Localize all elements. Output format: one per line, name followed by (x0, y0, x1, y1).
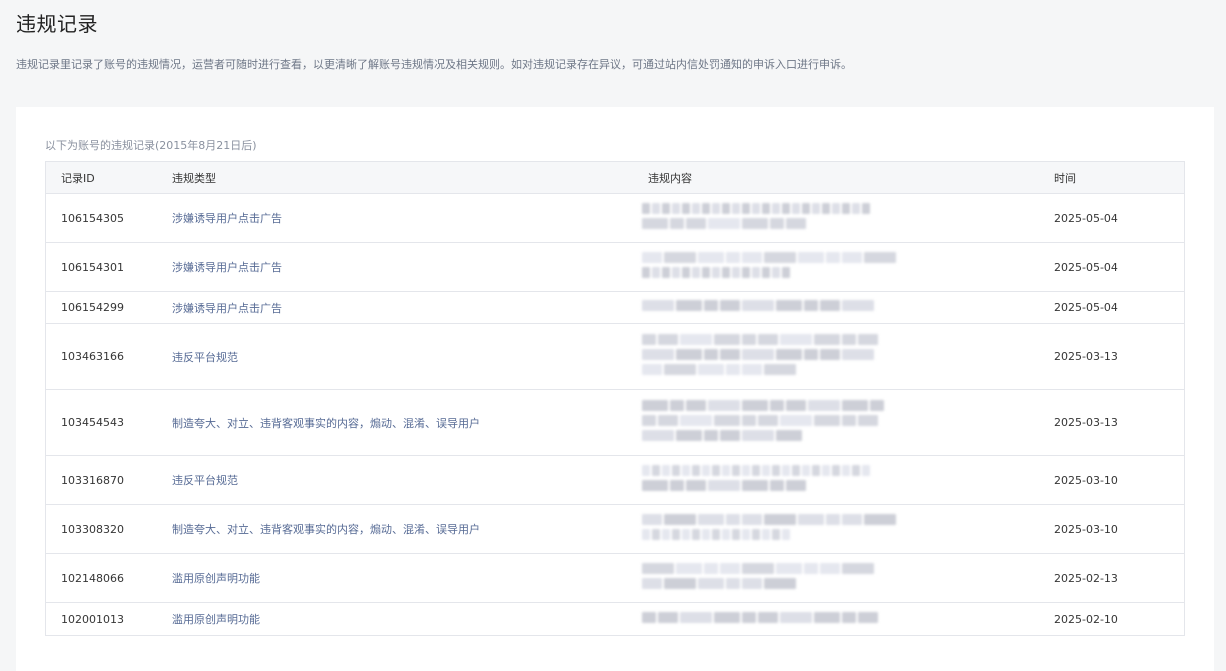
record-time: 2025-05-04 (1054, 260, 1118, 274)
violation-content-blurred (642, 243, 1038, 291)
violation-content-blurred (642, 603, 1038, 635)
violation-content-blurred (642, 324, 1038, 389)
table-row: 103454543 制造夸大、对立、违背客观事实的内容，煽动、混淆、误导用户 202… (46, 390, 1184, 456)
column-header-time: 时间 (1054, 171, 1076, 185)
redacted-content (642, 328, 972, 385)
record-id: 103316870 (61, 473, 124, 487)
records-panel: 以下为账号的违规记录(2015年8月21日后) 记录ID 违规类型 违规内容 时… (16, 107, 1214, 671)
redacted-content (642, 394, 972, 451)
redacted-content (642, 509, 972, 549)
record-time: 2025-02-13 (1054, 571, 1118, 585)
record-time: 2025-03-10 (1054, 473, 1118, 487)
redacted-content (642, 460, 972, 500)
redacted-content (642, 558, 972, 598)
record-id: 103308320 (61, 522, 124, 536)
table-row: 106154305 涉嫌诱导用户点击广告 2025-05-04 (46, 194, 1184, 243)
table-caption: 以下为账号的违规记录(2015年8月21日后) (45, 139, 257, 152)
table-row: 103463166 违反平台规范 2025-03-13 (46, 324, 1184, 390)
page-description: 违规记录里记录了账号的违规情况，运营者可随时进行查看，以更清晰了解账号违规情况及… (16, 58, 852, 71)
violation-records-table: 记录ID 违规类型 违规内容 时间 106154305 涉嫌诱导用户点击广告 202… (45, 161, 1185, 636)
record-time: 2025-05-04 (1054, 301, 1118, 314)
record-id: 106154301 (61, 260, 124, 274)
table-row: 102148066 滥用原创声明功能 2025-02-13 (46, 554, 1184, 603)
violation-type: 制造夸大、对立、违背客观事实的内容，煽动、混淆、误导用户 (172, 523, 480, 536)
column-header-content: 违规内容 (648, 171, 692, 185)
violation-type: 涉嫌诱导用户点击广告 (172, 261, 282, 274)
table-row: 103308320 制造夸大、对立、违背客观事实的内容，煽动、混淆、误导用户 202… (46, 505, 1184, 554)
violation-content-blurred (642, 292, 1038, 323)
table-row: 106154301 涉嫌诱导用户点击广告 2025-05-04 (46, 243, 1184, 292)
violation-content-blurred (642, 390, 1038, 455)
violation-type: 制造夸大、对立、违背客观事实的内容，煽动、混淆、误导用户 (172, 416, 480, 430)
violation-content-blurred (642, 194, 1038, 242)
record-time: 2025-03-13 (1054, 416, 1118, 429)
table-header: 记录ID 违规类型 违规内容 时间 (46, 162, 1184, 194)
violation-type: 滥用原创声明功能 (172, 613, 260, 626)
table-body: 106154305 涉嫌诱导用户点击广告 2025-05-04 106154301 涉嫌… (46, 194, 1184, 635)
violation-content-blurred (642, 505, 1038, 553)
record-id: 103463166 (61, 350, 124, 363)
record-id: 102148066 (61, 571, 124, 585)
record-id: 106154305 (61, 211, 124, 225)
record-id: 103454543 (61, 416, 124, 429)
redacted-content (642, 247, 972, 287)
redacted-content (642, 198, 972, 238)
record-id: 102001013 (61, 612, 124, 626)
column-header-type: 违规类型 (172, 171, 216, 185)
table-row: 103316870 违反平台规范 2025-03-10 (46, 456, 1184, 505)
record-time: 2025-02-10 (1054, 612, 1118, 626)
violation-type: 违反平台规范 (172, 350, 238, 364)
redacted-content (642, 296, 972, 319)
column-header-id: 记录ID (61, 171, 95, 185)
violation-content-blurred (642, 456, 1038, 504)
violation-type: 滥用原创声明功能 (172, 572, 260, 585)
violation-type: 违反平台规范 (172, 474, 238, 487)
record-time: 2025-03-10 (1054, 522, 1118, 536)
table-row: 106154299 涉嫌诱导用户点击广告 2025-05-04 (46, 292, 1184, 324)
page-title: 违规记录 (16, 12, 98, 36)
table-row: 102001013 滥用原创声明功能 2025-02-10 (46, 603, 1184, 635)
record-time: 2025-03-13 (1054, 350, 1118, 363)
record-id: 106154299 (61, 301, 124, 314)
violation-type: 涉嫌诱导用户点击广告 (172, 301, 282, 315)
violation-content-blurred (642, 554, 1038, 602)
redacted-content (642, 607, 972, 631)
violation-type: 涉嫌诱导用户点击广告 (172, 212, 282, 225)
record-time: 2025-05-04 (1054, 211, 1118, 225)
